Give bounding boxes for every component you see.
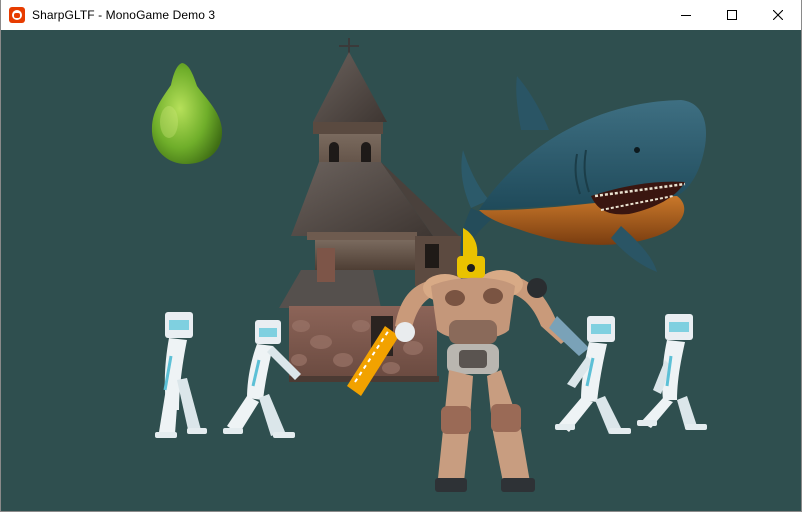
shark-model [460, 76, 706, 272]
walking-character-4 [637, 314, 707, 430]
maximize-button[interactable] [709, 0, 755, 30]
title-bar[interactable]: SharpGLTF - MonoGame Demo 3 [1, 0, 801, 30]
3d-scene [151, 38, 707, 492]
pear-model [151, 63, 223, 164]
window-title: SharpGLTF - MonoGame Demo 3 [32, 8, 216, 22]
walking-character-1 [155, 312, 207, 438]
haunted-house-model [279, 38, 461, 382]
render-viewport[interactable] [1, 30, 801, 511]
app-window: SharpGLTF - MonoGame Demo 3 [0, 0, 802, 512]
minimize-button[interactable] [663, 0, 709, 30]
window-controls [663, 0, 801, 30]
monogame-logo-icon [9, 7, 25, 23]
close-button[interactable] [755, 0, 801, 30]
maximize-icon [727, 10, 737, 20]
minimize-icon [681, 15, 691, 16]
close-icon [773, 10, 783, 20]
